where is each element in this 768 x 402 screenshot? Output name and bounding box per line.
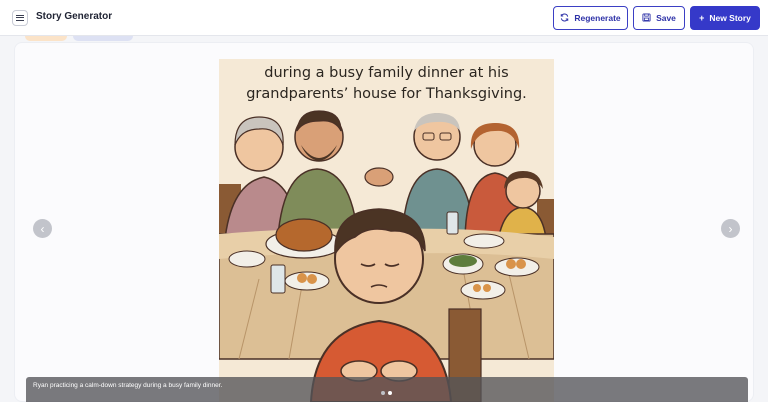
save-label: Save (656, 13, 676, 23)
slide-caption: Ryan practicing a calm-down strategy dur… (33, 382, 223, 389)
illustration-caption: during a busy family dinner at his grand… (219, 59, 554, 105)
chevron-right-icon: › (728, 221, 733, 236)
tag-chip[interactable] (25, 36, 67, 41)
app-title: Story Generator (36, 11, 113, 22)
new-story-button[interactable]: + New Story (690, 6, 760, 30)
new-story-label: New Story (709, 13, 751, 23)
next-slide-button[interactable]: › (721, 219, 740, 238)
top-header: Story Generator Regenerate Save + New St… (0, 0, 768, 36)
illustration-caption-line2: grandparents’ house for Thanksgiving. (246, 86, 527, 102)
plus-icon: + (699, 12, 705, 23)
menu-icon (16, 15, 24, 21)
previous-slide-button[interactable]: ‹ (33, 219, 52, 238)
regenerate-label: Regenerate (574, 13, 621, 23)
tag-chip[interactable] (73, 36, 133, 41)
slide-caption-bar: Ryan practicing a calm-down strategy dur… (26, 377, 748, 402)
save-icon (642, 12, 651, 24)
pagination-dot-active[interactable] (388, 391, 392, 395)
regenerate-button[interactable]: Regenerate (553, 6, 628, 30)
chevron-left-icon: ‹ (40, 221, 45, 236)
save-button[interactable]: Save (633, 6, 685, 30)
refresh-icon (560, 13, 569, 24)
thanksgiving-dinner-illustration (219, 59, 554, 402)
pagination-dot[interactable] (381, 391, 385, 395)
story-illustration: during a busy family dinner at his grand… (219, 59, 554, 402)
illustration-caption-line1: during a busy family dinner at his (264, 65, 509, 81)
menu-button[interactable] (12, 10, 28, 26)
slide-pagination (381, 391, 392, 395)
